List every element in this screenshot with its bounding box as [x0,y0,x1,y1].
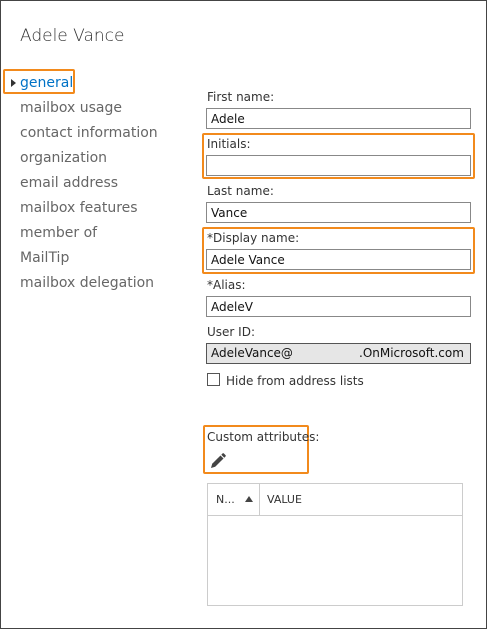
hide-from-address-lists-label: Hide from address lists [226,374,364,388]
nav-item-mailbox-features[interactable]: mailbox features [9,196,158,221]
nav-item-label: email address [20,175,119,191]
nav-item-label: member of [20,225,98,241]
nav-item-label: contact information [20,125,158,141]
nav-item-mailbox-usage[interactable]: mailbox usage [9,96,158,121]
nav-item-label: mailbox usage [20,100,122,116]
sort-ascending-icon[interactable] [245,496,253,502]
user-id-field[interactable]: AdeleVance@ .OnMicrosoft.com [206,343,471,364]
display-name-field[interactable] [206,249,471,270]
alias-label: *Alias: [207,278,246,292]
user-id-label: User ID: [207,325,255,339]
nav-item-label: mailbox delegation [20,275,155,291]
column-header-name[interactable]: N... [216,484,235,515]
first-name-field[interactable] [206,108,471,129]
nav-item-label: general [20,75,74,91]
user-id-local-part: AdeleVance@ [211,346,293,360]
nav-item-label: organization [20,150,108,166]
nav-item-mailbox-delegation[interactable]: mailbox delegation [9,271,158,296]
nav-item-organization[interactable]: organization [9,146,158,171]
first-name-label: First name: [207,90,275,104]
nav-item-label: mailbox features [20,200,138,216]
nav-item-label: MailTip [20,250,70,266]
initials-field[interactable] [206,155,471,176]
nav-item-mailtip[interactable]: MailTip [9,246,158,271]
page-title: Adele Vance [20,26,125,46]
hide-from-address-lists-checkbox[interactable] [207,373,220,386]
column-header-value[interactable]: VALUE [267,484,302,515]
custom-attributes-label: Custom attributes: [207,430,320,444]
pencil-icon[interactable] [208,451,228,471]
properties-dialog: Adele Vance general mailbox usage contac… [0,0,487,629]
column-divider [259,484,260,515]
alias-field[interactable] [206,296,471,317]
header-divider [208,515,462,516]
initials-label: Initials: [207,137,251,151]
last-name-label: Last name: [207,184,274,198]
nav-item-member-of[interactable]: member of [9,221,158,246]
last-name-field[interactable] [206,202,471,223]
nav-item-contact-information[interactable]: contact information [9,121,158,146]
user-id-domain: .OnMicrosoft.com [359,346,464,360]
nav-item-general[interactable]: general [9,71,158,96]
custom-attributes-table: N... VALUE [207,483,463,606]
display-name-label: *Display name: [207,231,300,245]
sidebar-nav: general mailbox usage contact informatio… [9,71,158,296]
nav-item-email-address[interactable]: email address [9,171,158,196]
caret-right-icon [11,79,16,87]
